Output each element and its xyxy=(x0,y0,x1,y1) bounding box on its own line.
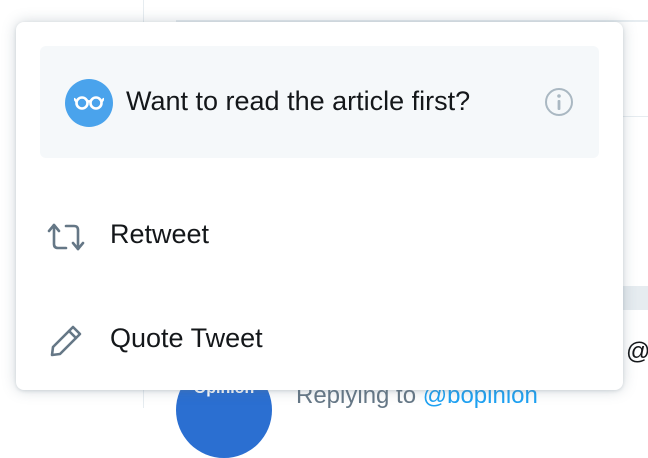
retweet-menu: Want to read the article first? Retweet xyxy=(16,22,623,390)
read-article-prompt-text: Want to read the article first? xyxy=(126,86,471,116)
retweet-menu-item[interactable]: Retweet xyxy=(16,184,623,288)
retweet-icon xyxy=(46,220,86,254)
glasses-icon xyxy=(65,79,113,127)
quote-tweet-menu-item[interactable]: Quote Tweet xyxy=(16,288,623,392)
quote-tweet-label: Quote Tweet xyxy=(110,323,263,353)
mention-at-sign: @ xyxy=(626,338,648,365)
read-article-prompt[interactable]: Want to read the article first? xyxy=(40,46,599,158)
retweet-label: Retweet xyxy=(110,219,210,249)
pencil-icon xyxy=(46,324,86,358)
info-icon[interactable] xyxy=(544,87,574,117)
